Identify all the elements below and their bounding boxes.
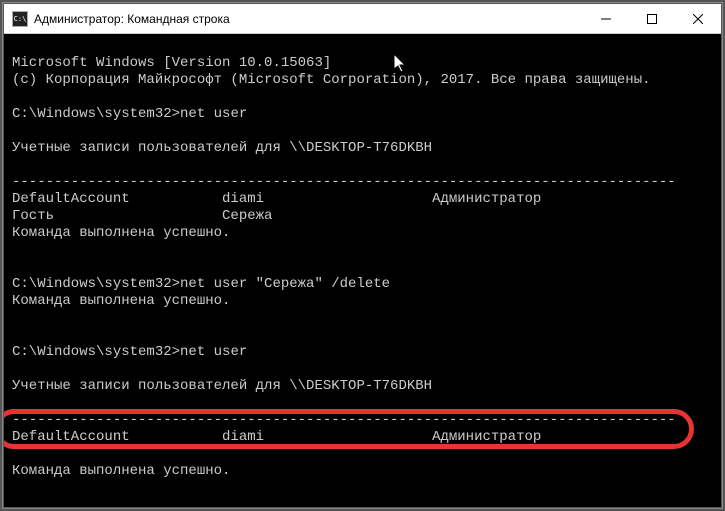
- line: Учетные записи пользователей для \\DESKT…: [12, 140, 432, 156]
- separator: ----------------------------------------…: [12, 412, 676, 428]
- line: (c) Корпорация Майкрософт (Microsoft Cor…: [12, 72, 651, 88]
- minimize-button[interactable]: [583, 4, 629, 33]
- maximize-button[interactable]: [629, 4, 675, 33]
- prompt: C:\Windows\system32>: [12, 344, 180, 360]
- command: net user: [180, 344, 247, 360]
- line: Microsoft Windows [Version 10.0.15063]: [12, 55, 331, 71]
- titlebar[interactable]: C:\ Администратор: Командная строка: [4, 4, 721, 34]
- cursor-icon: [394, 54, 408, 74]
- user-row: DefaultAccount diami Администратор: [12, 191, 541, 207]
- user-row: DefaultAccount diami Администратор: [12, 429, 541, 445]
- window-controls: [583, 4, 721, 33]
- command: net user: [180, 106, 247, 122]
- line: Команда выполнена успешно.: [12, 463, 230, 479]
- line: Учетные записи пользователей для \\DESKT…: [12, 378, 432, 394]
- cmd-icon: C:\: [12, 11, 28, 27]
- cmd-window: C:\ Администратор: Командная строка Micr…: [3, 3, 722, 508]
- prompt: C:\Windows\system32>: [12, 276, 180, 292]
- terminal-output[interactable]: Microsoft Windows [Version 10.0.15063] (…: [4, 34, 721, 507]
- line: Команда выполнена успешно.: [12, 225, 230, 241]
- window-title: Администратор: Командная строка: [34, 12, 583, 26]
- separator: ----------------------------------------…: [12, 174, 676, 190]
- close-button[interactable]: [675, 4, 721, 33]
- prompt: C:\Windows\system32>: [12, 106, 180, 122]
- user-row: Гость Сережа: [12, 208, 272, 224]
- line: Команда выполнена успешно.: [12, 293, 230, 309]
- command: net user "Сережа" /delete: [180, 276, 390, 292]
